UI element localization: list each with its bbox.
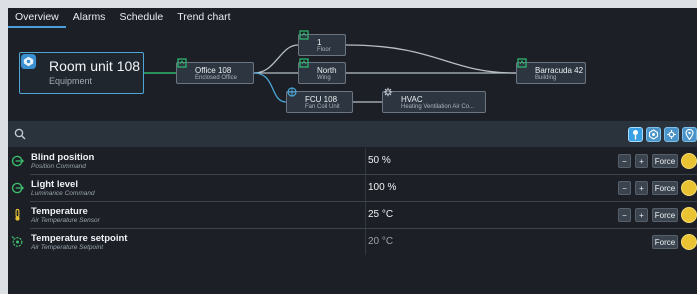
equipment-icon	[20, 53, 37, 70]
node-fcu-title: FCU 108	[305, 95, 338, 104]
node-fcu[interactable]: FCU 108 Fan Coil Unit	[286, 87, 353, 113]
link-floor-building	[345, 44, 517, 74]
node-wing-title: North	[317, 66, 337, 75]
force-button[interactable]: Force	[652, 208, 678, 222]
decrement-button[interactable]: −	[618, 208, 631, 222]
equipment-icon	[648, 129, 659, 140]
location-icon	[177, 58, 187, 68]
point-value: 50 %	[368, 155, 391, 166]
point-name: Temperature	[31, 206, 88, 217]
divider	[365, 229, 366, 255]
tab-trend-chart[interactable]: Trend chart	[170, 8, 237, 28]
divider	[365, 148, 366, 174]
decrement-button[interactable]: −	[618, 181, 631, 195]
link-office-fcu	[253, 72, 287, 103]
gear-icon	[383, 87, 393, 97]
command-icon	[11, 182, 24, 194]
node-floor-subtitle: Floor	[317, 47, 331, 53]
point-value: 20 °C	[368, 236, 394, 247]
location-icon	[299, 58, 309, 68]
node-office-title: Office 108	[195, 66, 232, 75]
filter-equipment-button[interactable]	[646, 127, 661, 142]
relationship-graph: Room unit 108 Equipment Office 108 Enclo…	[8, 28, 697, 121]
point-name: Light level	[31, 179, 78, 190]
filter-point-button[interactable]	[664, 127, 679, 142]
location-icon	[299, 30, 309, 40]
points-toolbar	[8, 121, 697, 147]
point-type: Air Temperature Sensor	[31, 217, 100, 224]
fan-coil-icon	[287, 87, 297, 97]
node-building-subtitle: Building	[535, 75, 557, 81]
tab-bar: Overview Alarms Schedule Trend chart	[8, 8, 238, 28]
main-node-title: Room unit 108	[49, 58, 141, 74]
force-button[interactable]: Force	[652, 154, 678, 168]
main-node-subtitle: Equipment	[49, 76, 93, 86]
point-value: 25 °C	[368, 209, 394, 220]
point-name: Temperature setpoint	[31, 233, 128, 244]
search-icon[interactable]	[14, 128, 26, 140]
building-icon	[517, 58, 527, 68]
node-hvac-subtitle: Heating Ventilation Air Co...	[401, 104, 475, 110]
point-row-temperature[interactable]: Temperature Air Temperature Sensor 25 °C…	[8, 202, 697, 229]
app-window: Overview Alarms Schedule Trend chart Roo…	[8, 8, 697, 294]
main-equipment-node[interactable]: Room unit 108 Equipment	[19, 52, 144, 94]
node-hvac[interactable]: HVAC Heating Ventilation Air Co...	[382, 87, 486, 113]
node-building[interactable]: Barracuda 42 Building	[516, 58, 586, 84]
decrement-button[interactable]: −	[618, 154, 631, 168]
increment-button[interactable]: +	[635, 154, 648, 168]
setpoint-icon	[11, 236, 23, 247]
node-office[interactable]: Office 108 Enclosed Office	[176, 58, 254, 84]
location-pin-icon	[633, 130, 638, 140]
increment-button[interactable]: +	[635, 208, 648, 222]
override-button[interactable]	[681, 180, 697, 196]
point-name: Blind position	[31, 152, 95, 163]
tab-overview[interactable]: Overview	[8, 8, 66, 28]
tab-schedule[interactable]: Schedule	[112, 8, 170, 28]
node-floor-title: 1	[317, 38, 322, 47]
link-office-floor	[253, 44, 299, 74]
point-value: 100 %	[368, 182, 397, 193]
override-button[interactable]	[681, 153, 697, 169]
point-row-light-level[interactable]: Light level Luminance Command 100 % − + …	[8, 175, 697, 202]
point-type: Air Temperature Setpoint	[31, 244, 104, 251]
point-row-blind-position[interactable]: Blind position Position Command 50 % − +…	[8, 148, 697, 175]
divider	[365, 202, 366, 228]
filter-map-button[interactable]	[682, 127, 697, 142]
node-floor[interactable]: 1 Floor	[298, 30, 346, 56]
node-building-title: Barracuda 42	[535, 66, 584, 75]
node-wing[interactable]: North Wing	[298, 58, 346, 84]
thermometer-icon	[15, 208, 20, 221]
point-row-temperature-setpoint[interactable]: Temperature setpoint Air Temperature Set…	[8, 229, 697, 256]
override-button[interactable]	[681, 207, 697, 223]
override-button[interactable]	[681, 234, 697, 250]
node-office-subtitle: Enclosed Office	[195, 75, 237, 81]
force-button[interactable]: Force	[652, 181, 678, 195]
point-type: Luminance Command	[31, 190, 95, 197]
divider	[365, 175, 366, 201]
tab-alarms[interactable]: Alarms	[66, 8, 113, 28]
map-pin-icon	[685, 129, 694, 140]
node-fcu-subtitle: Fan Coil Unit	[305, 104, 340, 110]
node-wing-subtitle: Wing	[317, 75, 331, 81]
command-icon	[11, 155, 24, 167]
point-type: Position Command	[31, 163, 86, 170]
force-button[interactable]: Force	[652, 235, 678, 249]
point-icon	[667, 130, 676, 139]
increment-button[interactable]: +	[635, 181, 648, 195]
filter-location-button[interactable]	[628, 127, 643, 142]
node-hvac-title: HVAC	[401, 95, 423, 104]
